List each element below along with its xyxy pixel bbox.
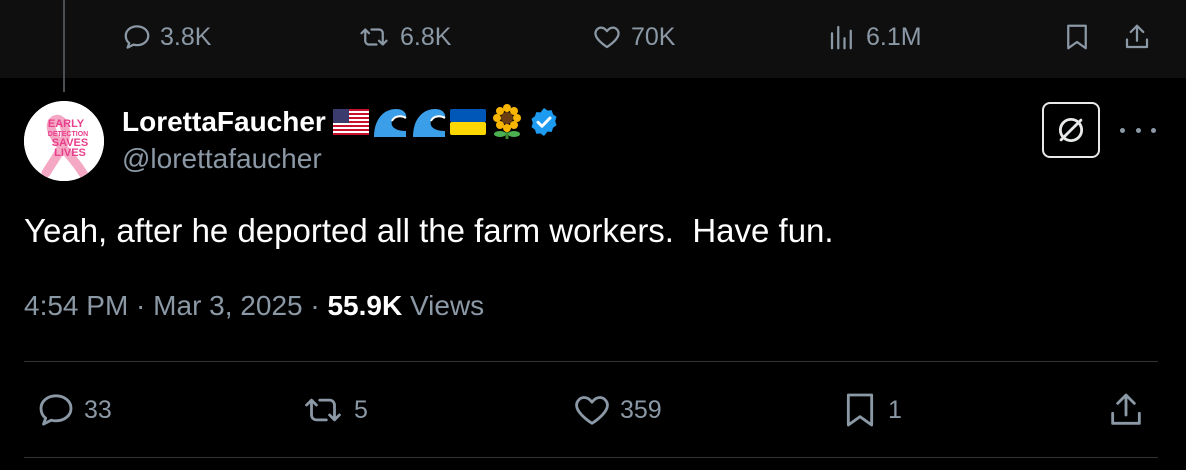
- bookmark-icon: [846, 393, 874, 427]
- reply-icon: [39, 394, 73, 426]
- tweet-time[interactable]: 4:54 PM: [24, 290, 128, 321]
- views-count: 55.9K: [327, 290, 403, 321]
- analytics-icon: [830, 25, 852, 50]
- heart-icon: [594, 26, 620, 49]
- ukraine-flag-icon: [449, 109, 486, 135]
- reply-count: 33: [84, 395, 112, 424]
- share-button[interactable]: [1106, 390, 1146, 430]
- reply-button[interactable]: 33: [36, 390, 112, 430]
- tweet-meta: 4:54 PM · Mar 3, 2025 · 55.9K Views: [24, 290, 484, 322]
- bookmark-button[interactable]: 1: [840, 390, 902, 430]
- verified-badge-icon: [531, 108, 557, 136]
- more-options-button[interactable]: [1120, 118, 1156, 142]
- meta-separator: ·: [128, 290, 154, 321]
- repost-button[interactable]: 5: [300, 390, 368, 430]
- display-name: LorettaFaucher: [122, 106, 326, 137]
- share-icon: [1125, 24, 1149, 49]
- divider: [24, 361, 1158, 362]
- more-dot: [1135, 127, 1141, 133]
- sunflower-icon: [492, 104, 521, 139]
- top-views-button[interactable]: 6.1M: [826, 19, 922, 55]
- like-button[interactable]: 359: [572, 390, 662, 430]
- wave-icon: [373, 109, 407, 137]
- grok-button[interactable]: [1042, 102, 1100, 158]
- bookmark-icon: [1067, 24, 1087, 50]
- tweet-date[interactable]: Mar 3, 2025: [153, 290, 302, 321]
- top-like-count: 70K: [631, 22, 676, 51]
- thread-connector-line: [63, 0, 65, 92]
- top-bookmark-button[interactable]: [1062, 19, 1092, 55]
- meta-separator: ·: [302, 290, 328, 321]
- reply-icon: [124, 25, 150, 49]
- wave-icon: [412, 109, 446, 137]
- repost-count: 5: [354, 395, 368, 424]
- share-icon: [1111, 393, 1141, 425]
- avatar-text-line4: LIVES: [54, 147, 86, 159]
- views-label: Views: [409, 290, 485, 321]
- avatar-text-line1: EARLY: [48, 118, 85, 130]
- repost-icon: [305, 398, 341, 422]
- display-name-row[interactable]: LorettaFaucher: [122, 104, 560, 140]
- bookmark-count: 1: [888, 395, 902, 424]
- top-reply-count: 3.8K: [160, 22, 212, 51]
- top-share-button[interactable]: [1122, 19, 1152, 55]
- grok-icon: [1058, 117, 1084, 143]
- user-handle[interactable]: @lorettafaucher: [122, 143, 322, 175]
- divider: [24, 457, 1158, 458]
- heart-icon: [575, 396, 609, 425]
- top-like-button[interactable]: 70K: [591, 19, 675, 55]
- top-reply-button[interactable]: 3.8K: [122, 19, 211, 55]
- top-repost-count: 6.8K: [400, 22, 452, 51]
- avatar[interactable]: EARLY DETECTION SAVES LIVES: [24, 101, 104, 181]
- top-repost-button[interactable]: 6.8K: [356, 19, 451, 55]
- tweet-text: Yeah, after he deported all the farm wor…: [24, 212, 834, 249]
- repost-icon: [360, 28, 388, 46]
- top-views-count: 6.1M: [866, 22, 922, 51]
- breast-cancer-awareness-avatar: EARLY DETECTION SAVES LIVES: [24, 101, 104, 181]
- more-dot: [1120, 127, 1125, 133]
- like-count: 359: [620, 395, 662, 424]
- us-flag-icon: [332, 109, 369, 135]
- more-dot: [1151, 127, 1156, 133]
